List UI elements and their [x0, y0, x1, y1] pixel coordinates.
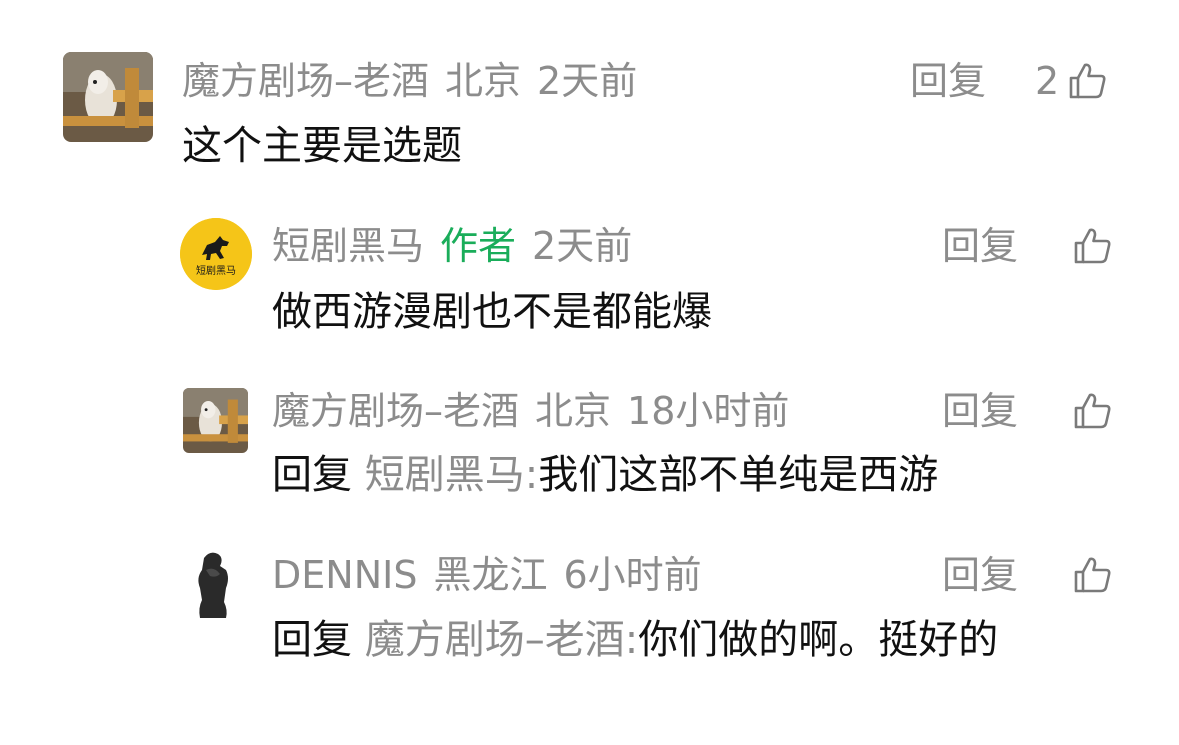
reply-text: 做西游漫剧也不是都能爆 [272, 289, 712, 335]
alpaca-avatar-icon [63, 52, 153, 142]
location: 黑龙江 [433, 553, 548, 597]
reply-target[interactable]: 魔方剧场–老酒: [365, 617, 638, 663]
timestamp: 6小时前 [563, 553, 702, 597]
thumbs-up-icon [1070, 389, 1114, 433]
reply-meta: DENNIS 黑龙江 6小时前 [272, 550, 718, 600]
avatar[interactable] [186, 548, 246, 620]
alpaca-avatar-icon [183, 388, 248, 453]
username[interactable]: DENNIS [272, 553, 417, 597]
comment-meta: 魔方剧场–老酒 北京 2天前 [182, 56, 653, 106]
username[interactable]: 魔方剧场–老酒 [272, 389, 519, 433]
thumbs-up-icon [1065, 59, 1109, 103]
like-button[interactable] [1070, 386, 1114, 436]
reply-button[interactable]: 回复 [942, 221, 1018, 271]
username[interactable]: 魔方剧场–老酒 [182, 59, 429, 103]
reply-meta: 魔方剧场–老酒 北京 18小时前 [272, 386, 805, 436]
reply-text-line: 回复 魔方剧场–老酒:你们做的啊。挺好的 [272, 614, 998, 666]
reply-meta: 短剧黑马 作者 2天前 [272, 221, 648, 271]
username[interactable]: 短剧黑马 [272, 224, 424, 268]
reply-text: 你们做的啊。挺好的 [638, 617, 999, 663]
like-count: 2 [1035, 59, 1060, 103]
comment-text: 这个主要是选题 [182, 123, 462, 169]
horse-logo-icon: 短剧黑马 [180, 218, 252, 290]
like-button[interactable]: 2 [1035, 56, 1109, 106]
reply-button[interactable]: 回复 [910, 56, 986, 106]
reply-text-line: 回复 短剧黑马:我们这部不单纯是西游 [272, 449, 938, 501]
reply-button[interactable]: 回复 [942, 386, 1018, 436]
location: 北京 [445, 59, 522, 103]
timestamp: 18小时前 [627, 389, 790, 433]
like-button[interactable] [1070, 221, 1114, 271]
like-button[interactable] [1070, 550, 1114, 600]
sculpture-avatar-icon [186, 548, 246, 620]
reply-text: 我们这部不单纯是西游 [538, 452, 939, 498]
reply-target[interactable]: 短剧黑马: [365, 452, 538, 498]
avatar-logo-text: 短剧黑马 [196, 264, 236, 277]
timestamp: 2天前 [537, 59, 638, 103]
thumbs-up-icon [1070, 224, 1114, 268]
reply-prefix: 回复 [272, 617, 352, 663]
avatar[interactable]: 短剧黑马 [180, 218, 252, 290]
timestamp: 2天前 [532, 224, 633, 268]
avatar[interactable] [183, 388, 248, 453]
thumbs-up-icon [1070, 553, 1114, 597]
location: 北京 [535, 389, 612, 433]
reply-prefix: 回复 [272, 452, 352, 498]
avatar[interactable] [63, 52, 153, 142]
author-badge: 作者 [440, 224, 517, 268]
reply-button[interactable]: 回复 [942, 550, 1018, 600]
